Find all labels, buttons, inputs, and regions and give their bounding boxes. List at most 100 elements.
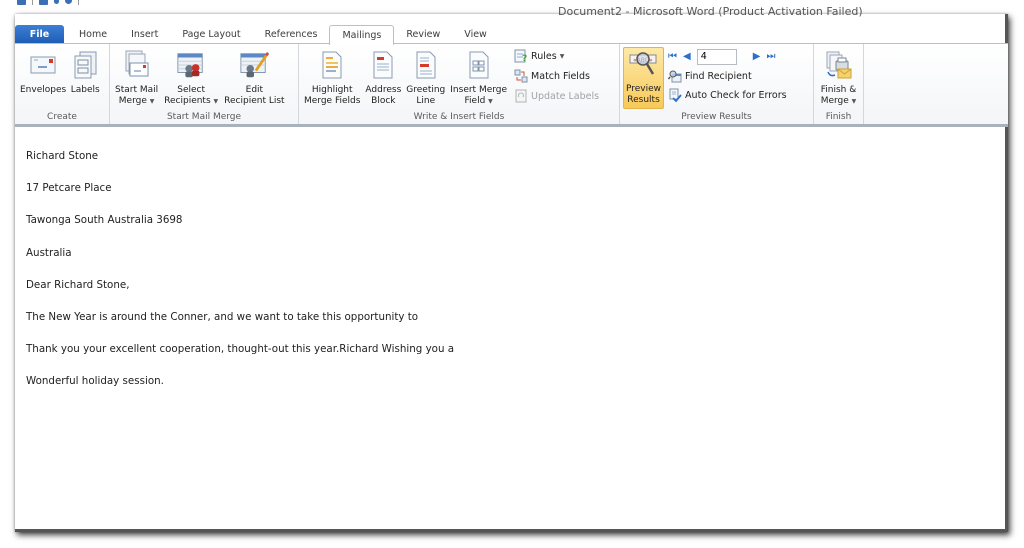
address-block-button[interactable]: Address Block [363,47,403,109]
edit-recipient-list-label-1: Edit [245,85,264,95]
start-mail-merge-button[interactable]: Start Mail Merge ▼ [113,47,160,109]
preview-results-label-2: Results [627,95,660,105]
group-label-write-insert-fields: Write & Insert Fields [413,112,505,122]
recipient-name[interactable]: Richard Stone [26,146,994,178]
insert-merge-field-icon [464,49,494,81]
body-paragraph[interactable]: Wonderful holiday session. [26,371,994,403]
insert-merge-field-label-1: Insert Merge [450,85,508,95]
insert-merge-field-label-2: Field ▼ [465,96,493,107]
window-title: Document2 - Microsoft Word (Product Acti… [558,5,863,18]
find-recipient-label: Find Recipient [685,70,752,82]
auto-check-errors-label: Auto Check for Errors [685,89,787,101]
group-finish: Finish & Merge ▼ Finish [814,44,864,124]
dropdown-caret-icon: ▼ [488,98,493,105]
update-labels-icon [514,89,528,103]
address-block-label-1: Address [365,85,402,95]
labels-label: Labels [70,85,100,95]
preview-results-button[interactable]: «ABC» Preview Results [623,47,665,109]
group-label-start-mail-merge: Start Mail Merge [166,112,242,122]
write-insert-small-buttons: ? Rules ▼ Match Fields Update Labels [514,47,599,104]
undo-icon[interactable] [54,0,59,4]
update-labels-label: Update Labels [531,90,600,102]
previous-record-icon[interactable]: ◀ [683,51,691,62]
tab-page-layout[interactable]: Page Layout [170,25,252,44]
insert-merge-field-button[interactable]: Insert Merge Field ▼ [448,47,509,109]
update-labels-button[interactable]: Update Labels [514,88,599,104]
start-mail-merge-label-1: Start Mail [115,85,159,95]
last-record-icon[interactable]: ⏭ [766,51,775,62]
dropdown-caret-icon: ▼ [149,98,155,105]
select-recipients-button[interactable]: Select Recipients ▼ [162,47,220,109]
greeting-line-label-1: Greeting [406,85,446,95]
svg-text:?: ? [522,54,527,63]
tab-file[interactable]: File [15,25,64,44]
rules-button[interactable]: ? Rules ▼ [514,48,599,64]
record-number-input[interactable] [696,48,737,65]
qat-separator [32,0,33,5]
address-block-label-2: Block [371,96,396,106]
qat-separator [78,0,79,5]
greeting-line-label-2: Line [416,96,436,106]
save-icon[interactable] [39,0,48,5]
envelopes-button[interactable]: Envelopes [18,47,68,98]
dropdown-caret-icon: ▼ [559,52,565,60]
preview-results-controls: ⏮ ◀ ▶ ⏭ Find Recipient Auto Check for Er… [668,47,787,103]
auto-check-errors-icon [668,88,682,102]
redo-icon[interactable] [65,0,72,4]
edit-recipient-list-button[interactable]: Edit Recipient List [222,47,286,109]
tab-review[interactable]: Review [394,25,452,44]
greeting-line-button[interactable]: Greeting Line [404,47,447,109]
greeting-line-icon [411,49,441,81]
select-recipients-icon [176,49,206,81]
highlight-merge-fields-icon [317,49,347,81]
first-record-icon[interactable]: ⏮ [668,51,677,62]
preview-results-icon: «ABC» [629,50,659,80]
document-body[interactable]: Richard Stone 17 Petcare Place Tawonga S… [15,130,1005,528]
labels-button[interactable]: Labels [68,47,102,98]
match-fields-button[interactable]: Match Fields [514,68,599,84]
tab-home[interactable]: Home [67,25,119,44]
insert-merge-field-label-text: Field [464,96,486,106]
dropdown-caret-icon: ▼ [851,98,857,105]
start-mail-merge-icon [122,49,152,81]
greeting-line[interactable]: Dear Richard Stone, [26,275,994,307]
tab-insert[interactable]: Insert [119,25,170,44]
envelopes-label: Envelopes [20,85,67,95]
labels-icon [70,49,100,81]
address-block-icon [368,49,398,81]
quick-access-toolbar [17,0,79,6]
auto-check-errors-button[interactable]: Auto Check for Errors [668,87,787,103]
match-fields-icon [514,69,528,83]
group-create: Envelopes Labels Create [15,44,110,124]
tab-references[interactable]: References [253,25,330,44]
envelope-icon [28,49,58,81]
rules-icon: ? [514,49,528,63]
find-recipient-button[interactable]: Find Recipient [668,68,787,84]
finish-merge-label-1: Finish & [820,85,857,95]
finish-merge-icon [823,49,853,81]
record-navigation: ⏮ ◀ ▶ ⏭ [668,48,787,65]
group-preview-results: «ABC» Preview Results ⏮ ◀ ▶ ⏭ Find Recip… [620,44,814,124]
finish-merge-label-2: Merge ▼ [821,96,857,107]
finish-merge-label-text: Merge [820,96,849,106]
address-line-city[interactable]: Tawonga South Australia 3698 [26,210,994,242]
highlight-merge-fields-label-2: Merge Fields [304,96,361,106]
tab-mailings[interactable]: Mailings [329,25,395,45]
dropdown-caret-icon: ▼ [213,98,219,105]
tab-view[interactable]: View [452,25,499,44]
preview-results-label-1: Preview [626,84,662,94]
group-start-mail-merge: Start Mail Merge ▼ Select Recipients ▼ E… [110,44,299,124]
body-paragraph[interactable]: The New Year is around the Conner, and w… [26,307,994,339]
ribbon: Envelopes Labels Create Start Mail Merge… [15,43,1008,127]
address-line-country[interactable]: Australia [26,243,994,275]
finish-merge-button[interactable]: Finish & Merge ▼ [819,47,859,109]
highlight-merge-fields-button[interactable]: Highlight Merge Fields [302,47,362,109]
address-line-street[interactable]: 17 Petcare Place [26,178,994,210]
body-paragraph[interactable]: Thank you your excellent cooperation, th… [26,339,994,371]
word-app-icon [17,0,26,5]
next-record-icon[interactable]: ▶ [753,51,761,62]
select-recipients-label-text: Recipients [164,96,211,106]
ribbon-tabs: File Home Insert Page Layout References … [15,24,1008,45]
group-label-finish: Finish [825,112,852,122]
rules-label: Rules [531,50,557,62]
